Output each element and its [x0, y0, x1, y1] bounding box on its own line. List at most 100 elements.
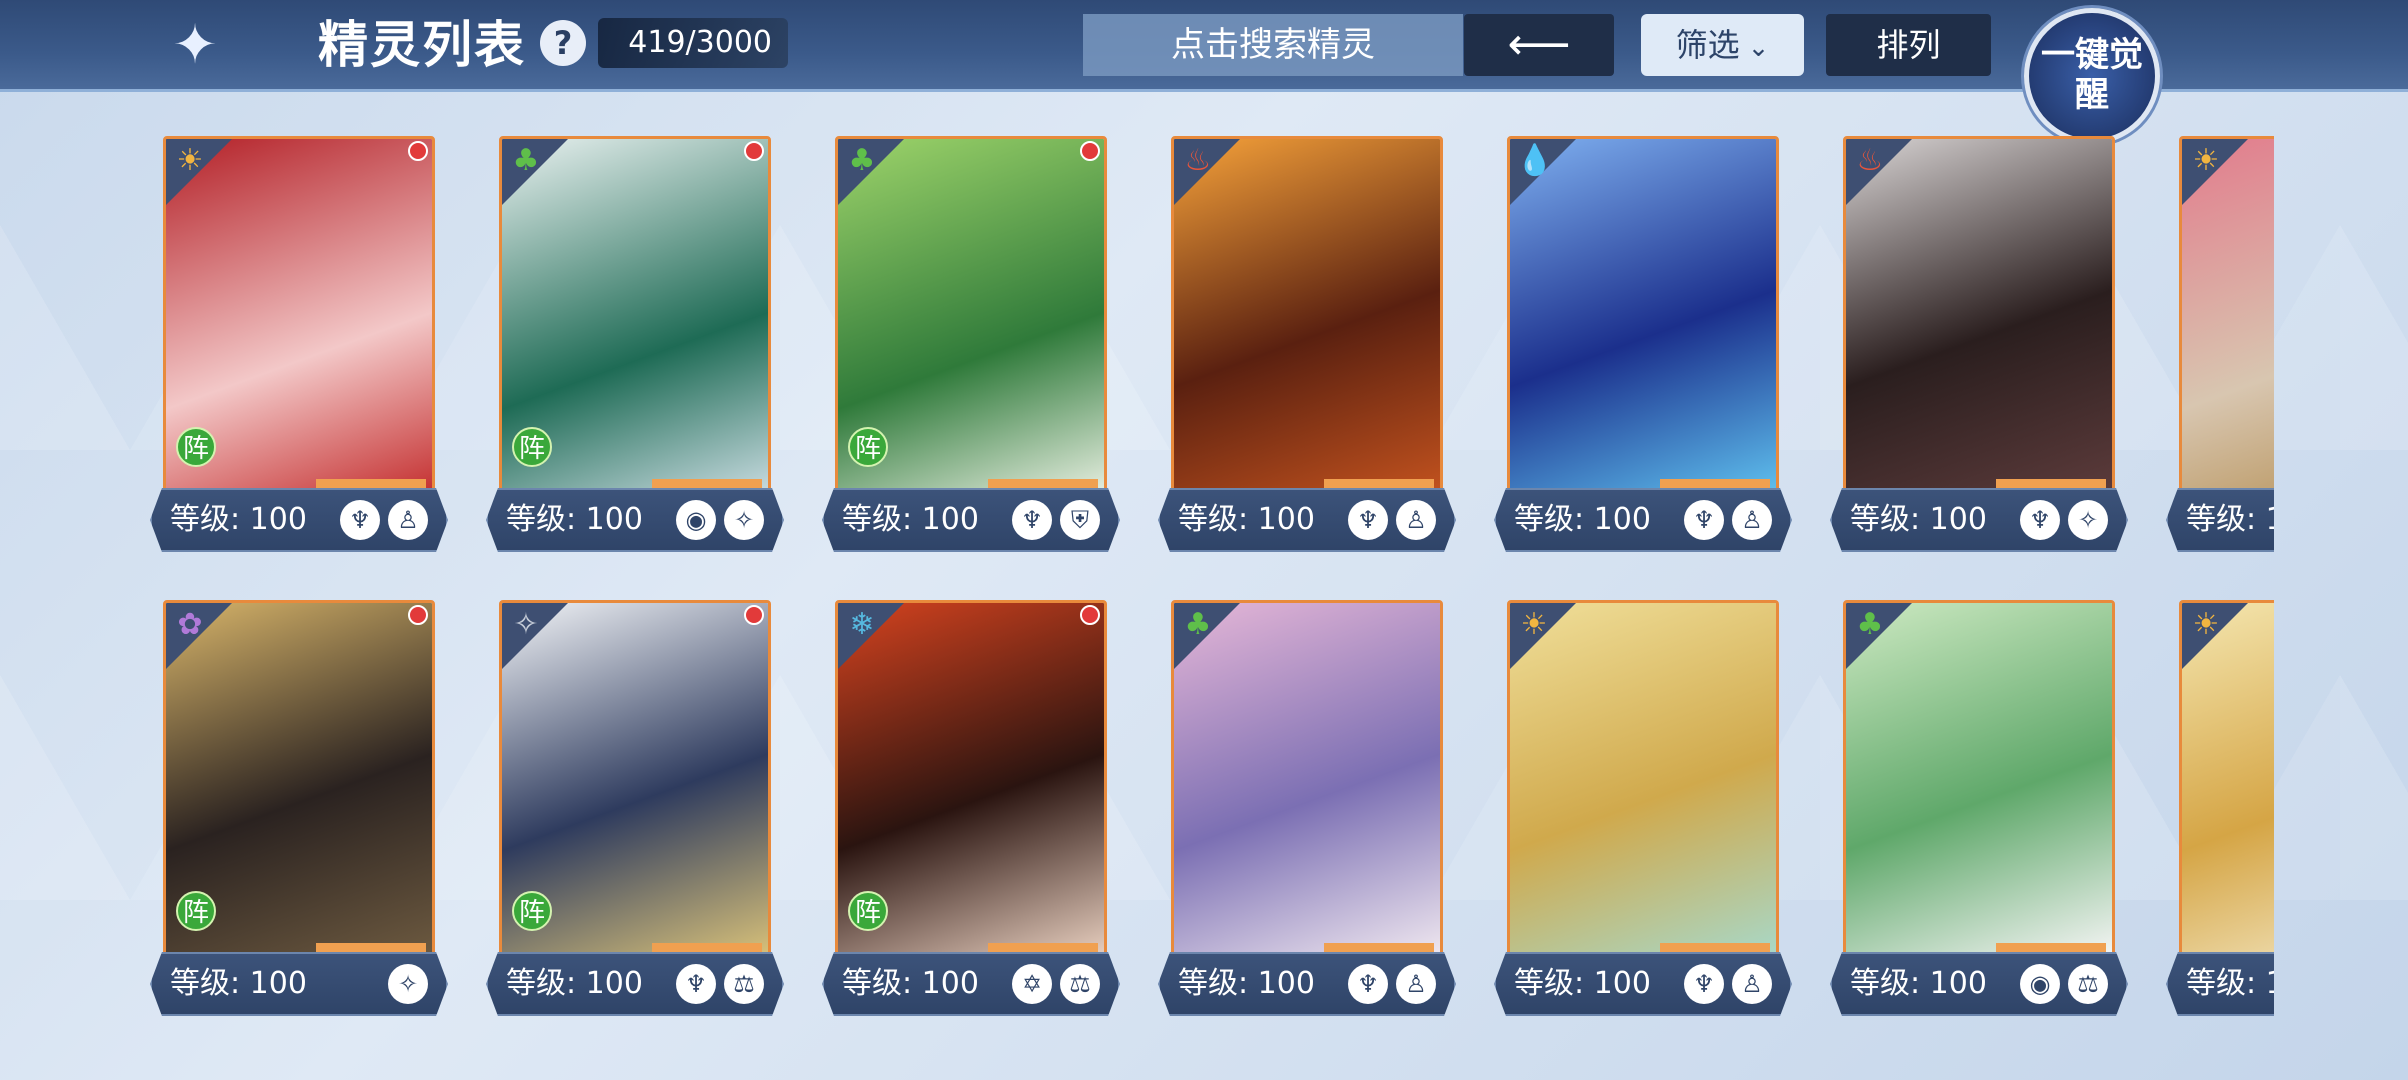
- spirit-card[interactable]: ✧ 阵等级: 100 ♆ ⚖: [486, 600, 784, 1018]
- water-element-icon: 💧: [1516, 143, 1554, 178]
- spirit-card[interactable]: ♨ 等级: 100 ♆ ✧: [1830, 136, 2128, 554]
- skill-icons: ♆ ⚖: [676, 964, 764, 1004]
- notification-dot: [1080, 605, 1100, 625]
- chevron-down-icon: ⌄: [1747, 33, 1770, 63]
- level-label: 等级: 100: [1178, 966, 1315, 1001]
- team-badge: 阵: [176, 891, 216, 931]
- level-label: 等级: 100: [170, 502, 307, 537]
- skill-icon: ⚖: [1060, 964, 1100, 1004]
- skill-icon: ♆: [1348, 964, 1388, 1004]
- light-element-icon: ☀: [2192, 607, 2220, 642]
- skill-icon: ✧: [2068, 500, 2108, 540]
- notification-dot: [408, 605, 428, 625]
- filter-button[interactable]: 筛选 ⌄: [1641, 14, 1804, 76]
- level-label: 等级: 100: [842, 502, 979, 537]
- level-label: 等级: 1: [2186, 502, 2274, 537]
- spirit-card[interactable]: ✿ 阵等级: 100 ✧: [150, 600, 448, 1018]
- skill-icon: ♙: [388, 500, 428, 540]
- notification-dot: [1080, 141, 1100, 161]
- spirit-card[interactable]: ♣ 阵等级: 100 ♆ ⛨: [822, 136, 1120, 554]
- spirit-portrait: ♨: [1843, 136, 2115, 496]
- level-bar: 等级: 100 ✧: [150, 952, 448, 1016]
- spirit-portrait: ✧ 阵: [499, 600, 771, 960]
- spirit-card[interactable]: ❄ 阵等级: 100 ✡ ⚖: [822, 600, 1120, 1018]
- level-bar: 等级: 100 ✡ ⚖: [822, 952, 1120, 1016]
- light-element-icon: ☀: [2192, 143, 2220, 178]
- skill-icons: ♆ ⛨: [1012, 500, 1100, 540]
- spirit-portrait: ☀: [1507, 600, 1779, 960]
- level-label: 等级: 100: [506, 966, 643, 1001]
- ice-element-icon: ❄: [849, 607, 875, 642]
- spirit-portrait: ♣ 阵: [835, 136, 1107, 496]
- level-bar: 等级: 100 ♆ ♙: [1494, 952, 1792, 1016]
- skill-icons: ◉ ⚖: [2020, 964, 2108, 1004]
- skill-icon: ♙: [1732, 964, 1772, 1004]
- level-bar: 等级: 100 ♆ ♙: [1158, 488, 1456, 552]
- skill-icon: ⛨: [1060, 500, 1100, 540]
- level-bar: 等级: 100 ◉ ✧: [486, 488, 784, 552]
- level-label: 等级: 100: [842, 966, 979, 1001]
- notification-dot: [744, 141, 764, 161]
- level-label: 等级: 1: [2186, 966, 2274, 1001]
- help-icon[interactable]: ?: [540, 20, 586, 66]
- skill-icon: ♆: [1012, 500, 1052, 540]
- skill-icons: ✡ ⚖: [1012, 964, 1100, 1004]
- spirit-card[interactable]: ☀ 等级: 100 ♆ ♙: [1494, 600, 1792, 1018]
- spirit-card[interactable]: ☀ 阵等级: 100 ♆ ♙: [150, 136, 448, 554]
- team-badge: 阵: [176, 427, 216, 467]
- level-bar: 等级: 100 ♆ ⚖: [486, 952, 784, 1016]
- metal-element-icon: ✧: [513, 607, 539, 642]
- one-click-awaken-button[interactable]: 一键觉醒: [2024, 8, 2160, 144]
- search-input[interactable]: 点击搜索精灵: [1083, 14, 1463, 76]
- spirit-portrait: ❄ 阵: [835, 600, 1107, 960]
- filter-label: 筛选: [1675, 26, 1740, 64]
- skill-icon: ♆: [1684, 500, 1724, 540]
- skill-icon: ✧: [388, 964, 428, 1004]
- level-label: 等级: 100: [1514, 502, 1651, 537]
- spirit-portrait: ♣: [1171, 600, 1443, 960]
- spirit-card[interactable]: ♣ 阵等级: 100 ◉ ✧: [486, 136, 784, 554]
- spirit-card[interactable]: ♣ 等级: 100 ♆ ♙: [1158, 600, 1456, 1018]
- team-badge: 阵: [848, 891, 888, 931]
- back-icon[interactable]: ✦: [140, 12, 250, 78]
- grass-element-icon: ♣: [1184, 607, 1212, 642]
- light-element-icon: ☀: [1520, 607, 1548, 642]
- spirit-portrait: ♣ 阵: [499, 136, 771, 496]
- skill-icon: ♆: [1348, 500, 1388, 540]
- skill-icon: ◉: [676, 500, 716, 540]
- spirit-portrait: ☀: [2179, 600, 2274, 960]
- sort-button[interactable]: 排列: [1826, 14, 1991, 76]
- spirit-portrait: 💧: [1507, 136, 1779, 496]
- skill-icon: ✧: [724, 500, 764, 540]
- spirit-card[interactable]: ☀ 等级: 1♆♙: [2166, 136, 2274, 554]
- spirit-card[interactable]: 💧 等级: 100 ♆ ♙: [1494, 136, 1792, 554]
- spirit-portrait: ♨: [1171, 136, 1443, 496]
- spirit-portrait: ✿ 阵: [163, 600, 435, 960]
- skill-icon: ♙: [1396, 500, 1436, 540]
- fire-element-icon: ♨: [1184, 143, 1212, 178]
- level-bar: 等级: 100 ♆ ♙: [150, 488, 448, 552]
- fire-element-icon: ♨: [1856, 143, 1884, 178]
- level-label: 等级: 100: [506, 502, 643, 537]
- skill-icons: ♆ ♙: [340, 500, 428, 540]
- grass-element-icon: ♣: [512, 143, 540, 178]
- level-bar: 等级: 100 ♆ ⛨: [822, 488, 1120, 552]
- skill-icon: ♆: [340, 500, 380, 540]
- notification-dot: [408, 141, 428, 161]
- skill-icon: ⚖: [724, 964, 764, 1004]
- spirit-card[interactable]: ☀ 等级: 1♆⚖: [2166, 600, 2274, 1018]
- team-badge: 阵: [848, 427, 888, 467]
- spirit-card[interactable]: ♨ 等级: 100 ♆ ♙: [1158, 136, 1456, 554]
- level-bar: 等级: 100 ♆ ♙: [1158, 952, 1456, 1016]
- level-bar: 等级: 1♆♙: [2166, 488, 2274, 552]
- grass-element-icon: ♣: [1856, 607, 1884, 642]
- skill-icon: ✡: [1012, 964, 1052, 1004]
- search-back-button[interactable]: ⟵: [1464, 14, 1614, 76]
- light-element-icon: ☀: [176, 143, 204, 178]
- skill-icon: ♆: [1684, 964, 1724, 1004]
- spirit-count: 419/3000: [598, 18, 788, 68]
- skill-icons: ♆ ✧: [2020, 500, 2108, 540]
- level-bar: 等级: 1♆⚖: [2166, 952, 2274, 1016]
- spirit-card[interactable]: ♣ 等级: 100 ◉ ⚖: [1830, 600, 2128, 1018]
- level-bar: 等级: 100 ♆ ♙: [1494, 488, 1792, 552]
